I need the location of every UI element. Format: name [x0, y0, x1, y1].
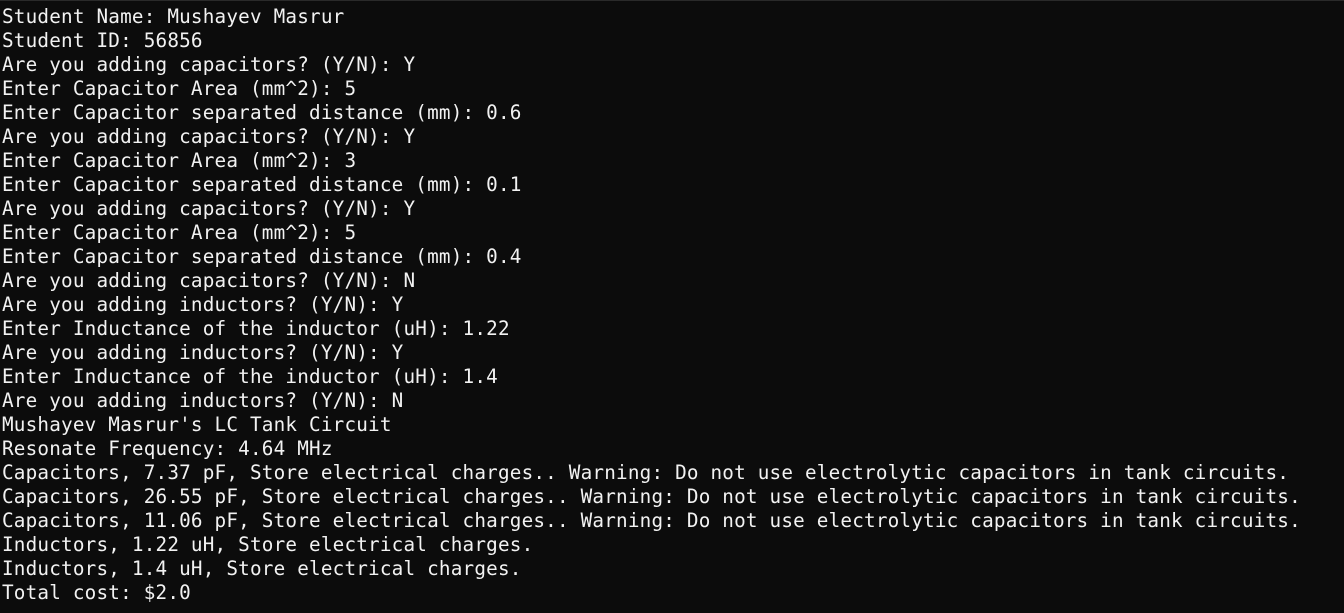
output-line-capacitor: Capacitors, 7.37 pF, Store electrical ch… [2, 461, 1290, 484]
output-line: Enter Capacitor Area (mm^2): 5 [2, 221, 357, 244]
output-line: Enter Capacitor Area (mm^2): 3 [2, 149, 357, 172]
output-line: Are you adding inductors? (Y/N): Y [2, 293, 404, 316]
terminal-output: Student Name: Mushayev Masrur Student ID… [2, 5, 1344, 605]
output-line: Enter Inductance of the inductor (uH): 1… [2, 317, 510, 340]
output-line: Are you adding inductors? (Y/N): N [2, 389, 404, 412]
output-line-capacitor: Capacitors, 11.06 pF, Store electrical c… [2, 509, 1301, 532]
output-line-inductor: Inductors, 1.4 uH, Store electrical char… [2, 557, 522, 580]
output-line-circuit-title: Mushayev Masrur's LC Tank Circuit [2, 413, 392, 436]
output-line: Are you adding capacitors? (Y/N): N [2, 269, 416, 292]
output-line-student-id: Student ID: 56856 [2, 29, 203, 52]
output-line: Are you adding capacitors? (Y/N): Y [2, 53, 416, 76]
output-line: Enter Capacitor separated distance (mm):… [2, 173, 522, 196]
output-line: Enter Inductance of the inductor (uH): 1… [2, 365, 498, 388]
terminal-window[interactable]: Student Name: Mushayev Masrur Student ID… [0, 0, 1344, 613]
output-line: Enter Capacitor separated distance (mm):… [2, 245, 522, 268]
output-line-inductor: Inductors, 1.22 uH, Store electrical cha… [2, 533, 534, 556]
window-top-border [0, 0, 1344, 1]
output-line: Enter Capacitor separated distance (mm):… [2, 101, 522, 124]
output-line: Are you adding capacitors? (Y/N): Y [2, 125, 416, 148]
output-line: Are you adding capacitors? (Y/N): Y [2, 197, 416, 220]
output-line: Enter Capacitor Area (mm^2): 5 [2, 77, 357, 100]
output-line-capacitor: Capacitors, 26.55 pF, Store electrical c… [2, 485, 1301, 508]
output-line: Are you adding inductors? (Y/N): Y [2, 341, 404, 364]
output-line-total-cost: Total cost: $2.0 [2, 581, 191, 604]
output-line-resonant-frequency: Resonate Frequency: 4.64 MHz [2, 437, 333, 460]
output-line-student-name: Student Name: Mushayev Masrur [2, 5, 345, 28]
